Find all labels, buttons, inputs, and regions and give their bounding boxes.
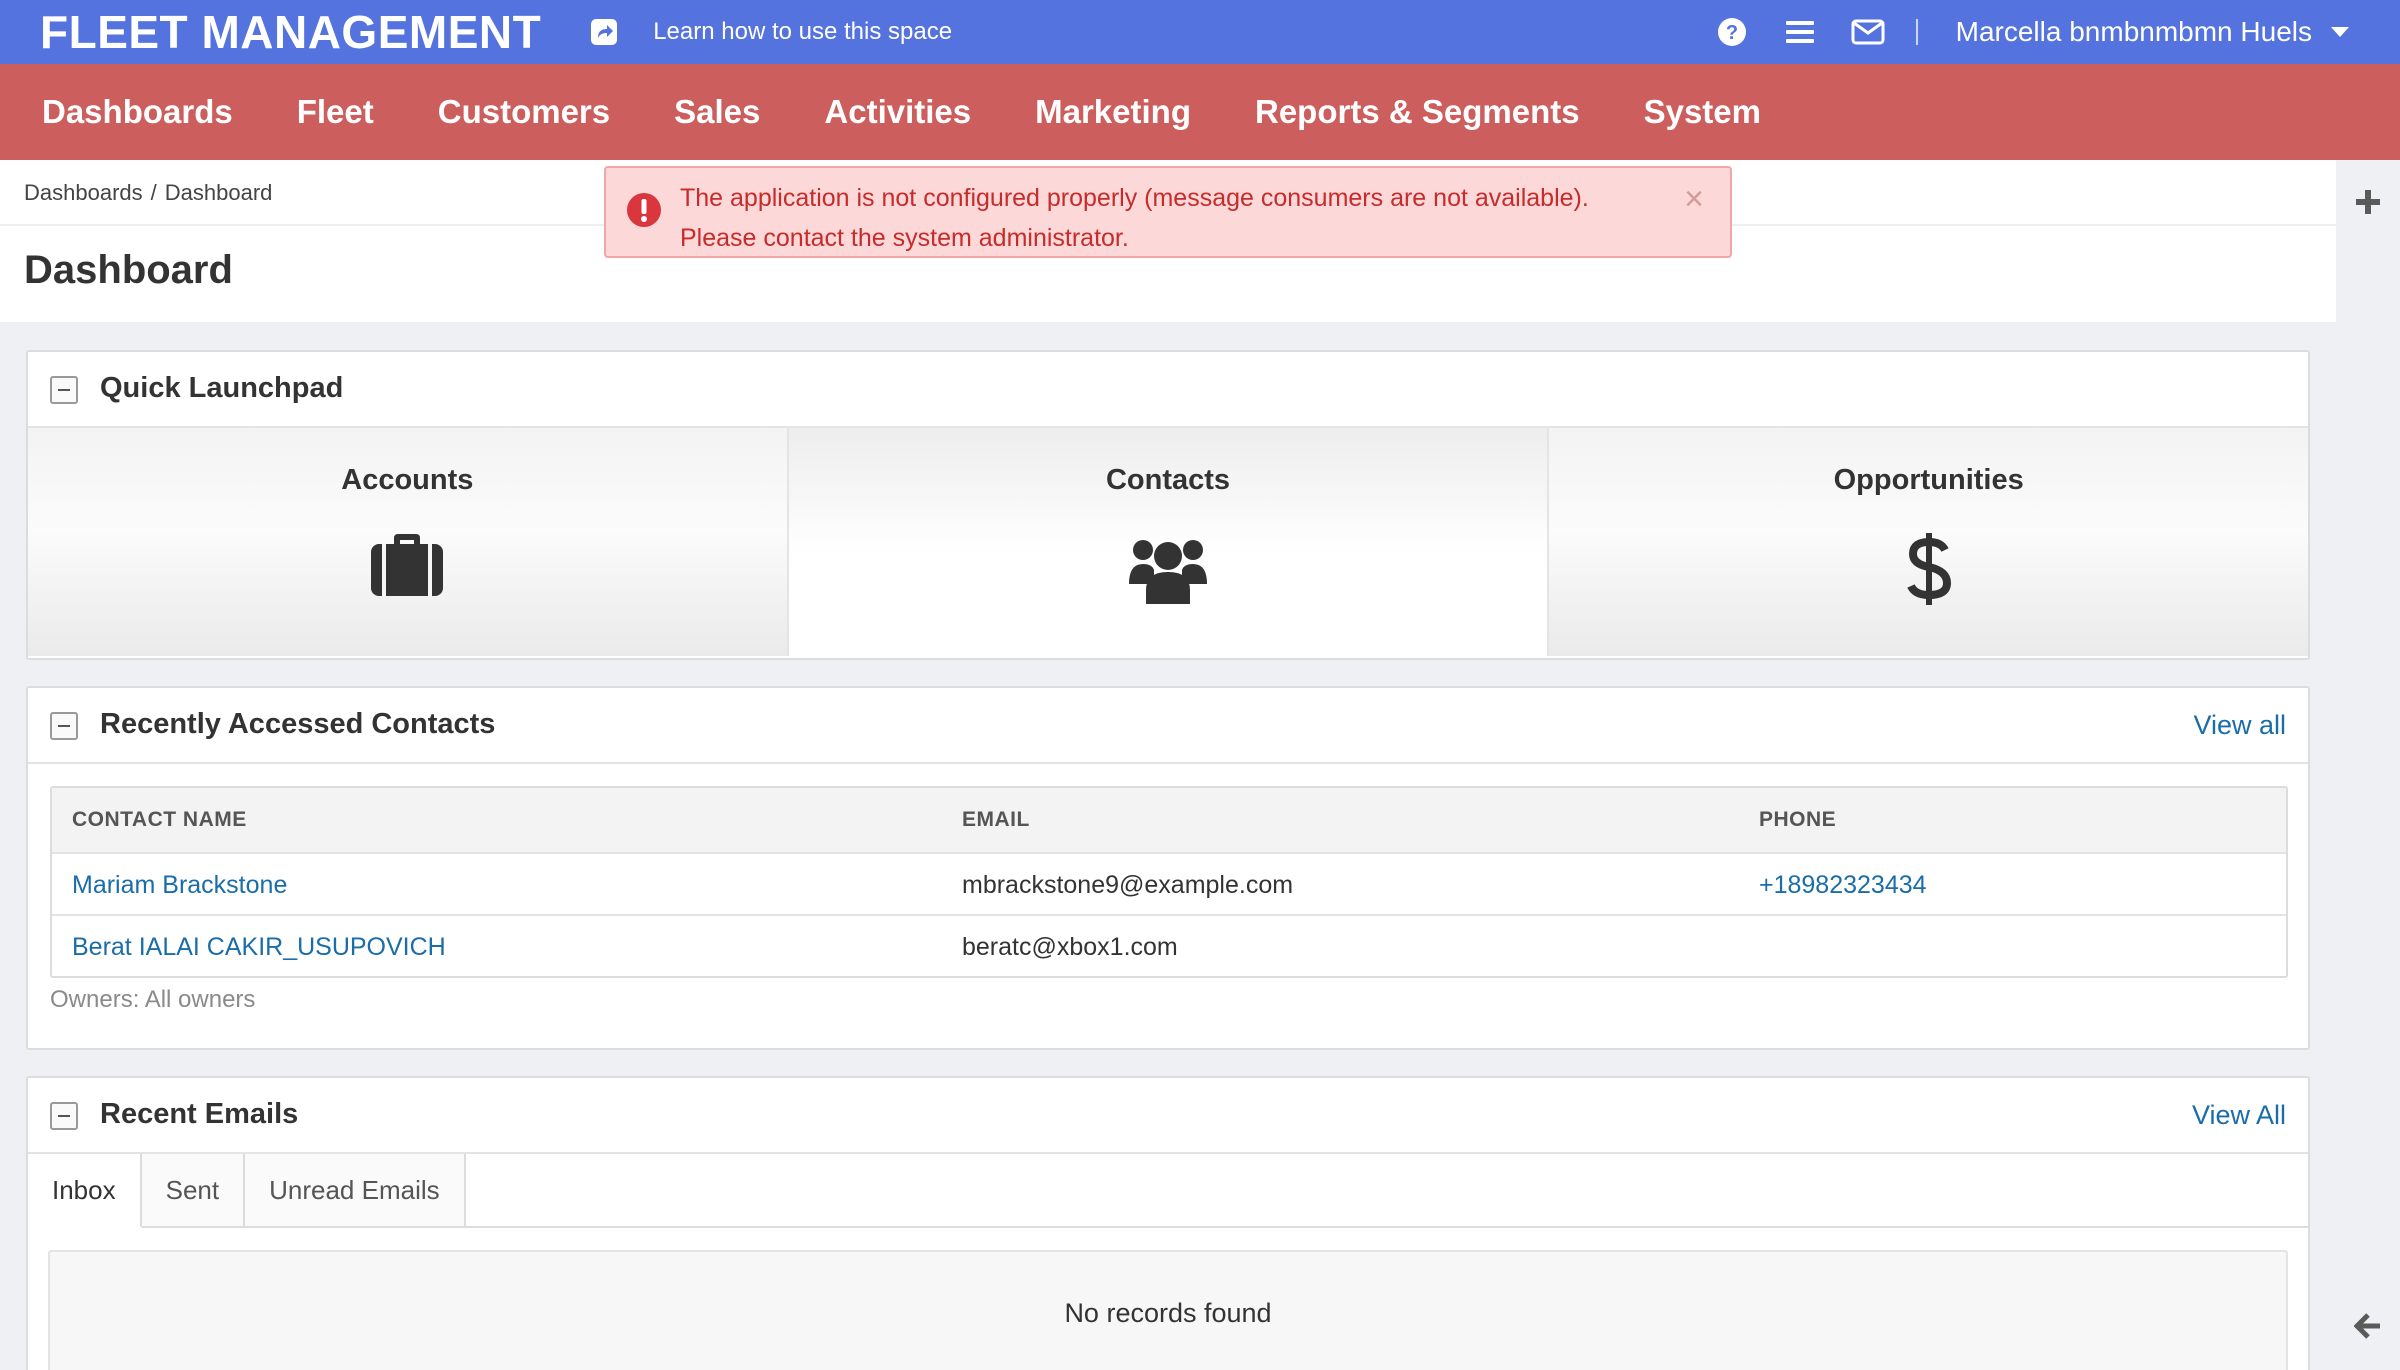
launch-label: Accounts bbox=[341, 464, 474, 496]
table-row: Berat IALAI CAKIR_USUPOVICH beratc@xbox1… bbox=[52, 914, 2286, 976]
dollar-icon bbox=[1907, 532, 1951, 611]
widget-header: Recent Emails View All bbox=[28, 1078, 2308, 1154]
menu-icon[interactable] bbox=[1782, 14, 1818, 50]
topbar-divider bbox=[1915, 19, 1918, 45]
tab-sent[interactable]: Sent bbox=[141, 1154, 246, 1228]
tab-inbox[interactable]: Inbox bbox=[28, 1154, 142, 1228]
column-header-phone[interactable]: PHONE bbox=[1759, 788, 1836, 852]
column-header-contact-name[interactable]: CONTACT NAME bbox=[72, 788, 247, 852]
mail-icon[interactable] bbox=[1850, 14, 1886, 50]
main-nav: Dashboards Fleet Customers Sales Activit… bbox=[0, 64, 2400, 160]
owners-filter-label: Owners: All owners bbox=[50, 986, 256, 1013]
contacts-table: CONTACT NAME EMAIL PHONE Mariam Bracksto… bbox=[50, 786, 2288, 978]
error-alert: The application is not configured proper… bbox=[604, 166, 1732, 258]
collapse-button[interactable] bbox=[50, 712, 78, 740]
nav-item-reports-segments[interactable]: Reports & Segments bbox=[1255, 93, 1580, 131]
nav-item-activities[interactable]: Activities bbox=[824, 93, 971, 131]
contact-name-link[interactable]: Mariam Brackstone bbox=[72, 854, 287, 916]
widget-title: Recent Emails bbox=[100, 1098, 299, 1130]
widget-header: Quick Launchpad bbox=[28, 352, 2308, 428]
alert-line-1: The application is not configured proper… bbox=[680, 184, 1589, 212]
top-bar: FLEET MANAGEMENT Learn how to use this s… bbox=[0, 0, 2400, 64]
widget-header: Recently Accessed Contacts View all bbox=[28, 688, 2308, 764]
recent-contacts-widget: Recently Accessed Contacts View all CONT… bbox=[26, 686, 2310, 1050]
breadcrumb: Dashboards / Dashboard bbox=[24, 180, 272, 206]
view-all-emails-link[interactable]: View All bbox=[2192, 1100, 2286, 1131]
launch-label: Contacts bbox=[1105, 464, 1231, 496]
svg-text:?: ? bbox=[1726, 22, 1738, 44]
nav-item-dashboards[interactable]: Dashboards bbox=[42, 93, 233, 131]
page-title: Dashboard bbox=[24, 248, 233, 292]
launch-accounts[interactable]: Accounts bbox=[28, 428, 789, 656]
minus-icon bbox=[58, 725, 70, 727]
user-menu[interactable]: Marcella bnmbnmbmn Huels bbox=[1956, 16, 2312, 48]
launch-contacts[interactable]: Contacts bbox=[788, 428, 1550, 656]
nav-item-customers[interactable]: Customers bbox=[438, 93, 610, 131]
column-header-email[interactable]: EMAIL bbox=[962, 788, 1030, 852]
widget-title: Quick Launchpad bbox=[100, 372, 344, 404]
minus-icon bbox=[58, 389, 70, 391]
app-brand[interactable]: FLEET MANAGEMENT bbox=[40, 5, 541, 59]
nav-item-system[interactable]: System bbox=[1644, 93, 1761, 131]
breadcrumb-separator: / bbox=[150, 180, 157, 205]
contact-phone-link[interactable]: +18982323434 bbox=[1759, 854, 1927, 916]
breadcrumb-root[interactable]: Dashboards bbox=[24, 180, 143, 205]
contact-email: beratc@xbox1.com bbox=[962, 933, 1178, 961]
table-row: Mariam Brackstone mbrackstone9@example.c… bbox=[52, 852, 2286, 914]
empty-state: No records found bbox=[48, 1250, 2288, 1370]
alert-message: The application is not configured proper… bbox=[680, 178, 1589, 258]
plus-icon[interactable] bbox=[2354, 188, 2382, 216]
help-icon[interactable]: ? bbox=[1714, 14, 1750, 50]
contact-name-link[interactable]: Berat IALAI CAKIR_USUPOVICH bbox=[72, 916, 446, 978]
no-records-message: No records found bbox=[1064, 1298, 1272, 1328]
briefcase-icon bbox=[370, 532, 444, 603]
close-icon[interactable]: × bbox=[1684, 180, 1704, 219]
arrow-left-icon[interactable] bbox=[2353, 1312, 2382, 1340]
users-icon bbox=[1128, 532, 1208, 609]
recent-emails-widget: Recent Emails View All Inbox Sent Unread… bbox=[26, 1076, 2310, 1370]
share-icon[interactable] bbox=[589, 17, 619, 47]
caret-down-icon[interactable] bbox=[2330, 22, 2350, 42]
email-tabs: Inbox Sent Unread Emails bbox=[28, 1154, 466, 1228]
right-sidebar bbox=[2336, 160, 2400, 1370]
widget-title: Recently Accessed Contacts bbox=[100, 708, 496, 740]
table-header-row: CONTACT NAME EMAIL PHONE bbox=[52, 788, 2286, 852]
collapse-button[interactable] bbox=[50, 376, 78, 404]
view-all-contacts-link[interactable]: View all bbox=[2193, 710, 2286, 741]
nav-item-fleet[interactable]: Fleet bbox=[297, 93, 374, 131]
breadcrumb-current: Dashboard bbox=[164, 180, 273, 205]
minus-icon bbox=[58, 1115, 70, 1117]
exclamation-circle-icon bbox=[626, 192, 662, 228]
launchpad-items: Accounts Contacts Opportunities bbox=[28, 428, 2309, 656]
nav-item-sales[interactable]: Sales bbox=[674, 93, 760, 131]
learn-link[interactable]: Learn how to use this space bbox=[653, 18, 952, 46]
contact-email: mbrackstone9@example.com bbox=[962, 871, 1294, 899]
launch-opportunities[interactable]: Opportunities bbox=[1549, 428, 2309, 656]
collapse-button[interactable] bbox=[50, 1102, 78, 1130]
alert-line-2: Please contact the system administrator. bbox=[680, 224, 1129, 252]
quick-launchpad-widget: Quick Launchpad Accounts Contacts Opport… bbox=[26, 350, 2310, 660]
nav-item-marketing[interactable]: Marketing bbox=[1035, 93, 1191, 131]
launch-label: Opportunities bbox=[1833, 464, 2024, 496]
tab-unread-emails[interactable]: Unread Emails bbox=[245, 1154, 466, 1228]
